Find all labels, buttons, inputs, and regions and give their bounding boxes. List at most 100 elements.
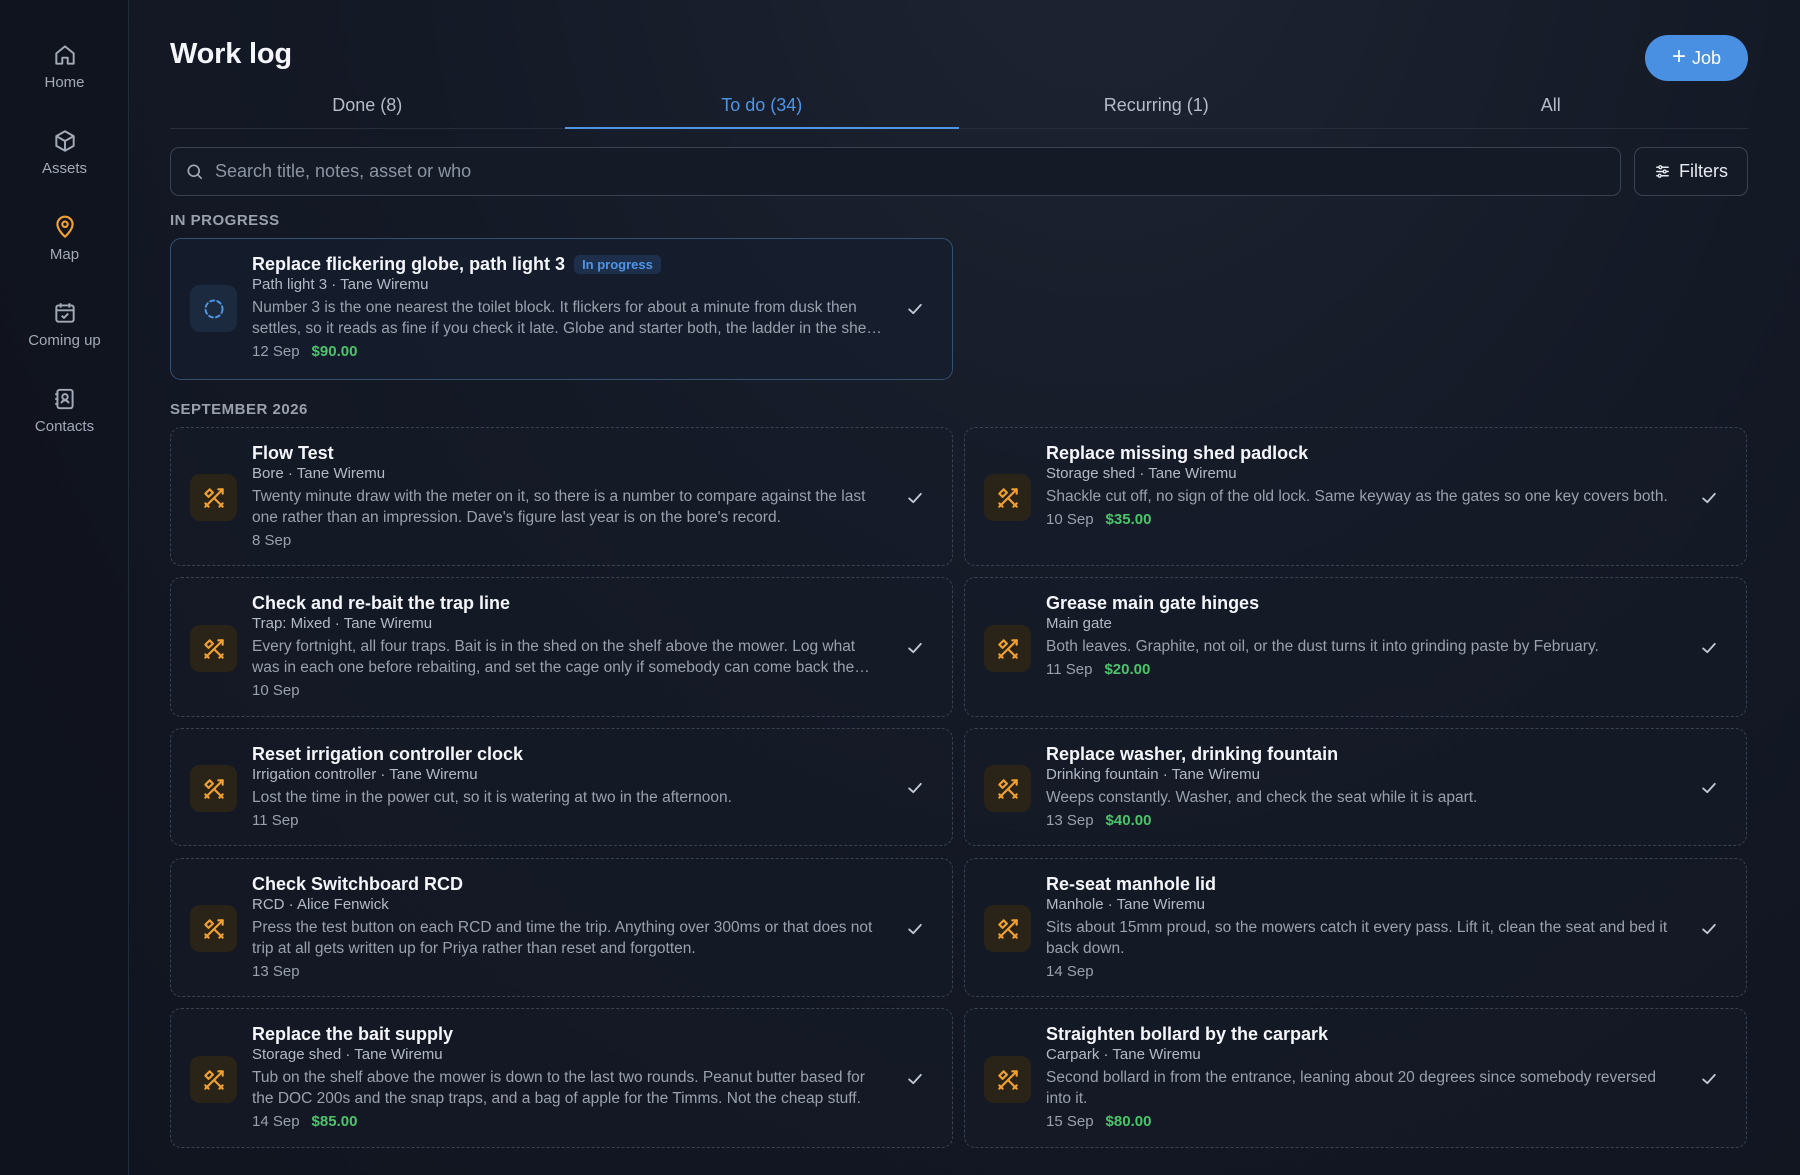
job-notes: Number 3 is the one nearest the toilet b…	[252, 299, 875, 337]
search-input[interactable]	[215, 161, 1595, 182]
job-title: Check Switchboard RCD	[252, 874, 464, 894]
job-asset-assignee: RCD · Alice Fenwick	[252, 896, 389, 913]
complete-checkmark-icon[interactable]	[903, 636, 927, 660]
sidebar-item-label: Coming up	[28, 332, 101, 349]
job-title: Check and re-bait the trap line	[252, 593, 511, 613]
job-asset-assignee: Bore · Tane Wiremu	[252, 465, 386, 482]
job-notes: Twenty minute draw with the meter on it,…	[252, 488, 866, 526]
tab-to-do[interactable]: To do (34)	[564, 86, 960, 129]
sidebar-item-coming-up[interactable]: Coming up	[0, 300, 129, 380]
search-box	[170, 147, 1621, 196]
job-date: 14 Sep	[252, 1113, 300, 1130]
tools-icon	[190, 1056, 237, 1103]
sidebar-item-assets[interactable]: Assets	[0, 128, 129, 208]
search-icon	[187, 164, 203, 179]
job-notes: Sits about 15mm proud, so the mowers cat…	[1046, 919, 1668, 957]
complete-checkmark-icon[interactable]	[1697, 636, 1721, 660]
job-title: Straighten bollard by the carpark	[1046, 1024, 1329, 1044]
sidebar-item-home[interactable]: Home	[0, 42, 129, 122]
tools-icon	[190, 905, 237, 952]
job-asset-assignee: Trap: Mixed · Tane Wiremu	[252, 615, 433, 632]
job-title: Reset irrigation controller clock	[252, 744, 524, 764]
section-heading-in-progress: IN PROGRESS	[170, 212, 280, 229]
sliders-icon	[1656, 165, 1669, 178]
job-card[interactable]: Flow Test Bore · Tane Wiremu Twenty minute…	[170, 427, 953, 566]
job-title: Grease main gate hinges	[1046, 593, 1260, 613]
complete-checkmark-icon[interactable]	[903, 917, 927, 941]
filters-label: Filters	[1679, 161, 1728, 181]
complete-checkmark-icon[interactable]	[1697, 486, 1721, 510]
job-card-in-progress[interactable]: Replace flickering globe, path light 3 I…	[170, 238, 953, 380]
job-date: 11 Sep	[252, 812, 299, 829]
add-job-button[interactable]: + Job	[1645, 35, 1748, 81]
job-notes: Tub on the shelf above the mower is down…	[252, 1069, 865, 1107]
job-date: 10 Sep	[252, 682, 300, 699]
job-price: $40.00	[1105, 812, 1152, 829]
sidebar-item-label: Map	[49, 246, 80, 263]
add-job-label: Job	[1691, 47, 1722, 68]
tools-icon	[984, 625, 1031, 672]
job-date: 14 Sep	[1046, 963, 1094, 980]
complete-checkmark-icon[interactable]	[1697, 1067, 1721, 1091]
complete-checkmark-icon[interactable]	[1697, 917, 1721, 941]
sidebar-item-label: Home	[44, 74, 85, 91]
tab-recurring[interactable]: Recurring (1)	[959, 86, 1354, 128]
job-title: Replace washer, drinking fountain	[1046, 744, 1339, 764]
job-date: 12 Sep	[252, 343, 300, 360]
job-notes: Weeps constantly. Washer, and check the …	[1046, 789, 1478, 806]
job-date: 11 Sep	[1046, 661, 1093, 678]
sidebar-item-label: Assets	[41, 160, 87, 177]
job-notes: Second bollard in from the entrance, lea…	[1046, 1069, 1657, 1107]
calendar-check-icon	[54, 303, 75, 323]
job-notes: Every fortnight, all four traps. Bait is…	[252, 638, 856, 676]
job-date: 15 Sep	[1046, 1113, 1094, 1130]
job-notes: Press the test button on each RCD and ti…	[252, 919, 873, 957]
job-card[interactable]: Reset irrigation controller clock Irrigat…	[170, 728, 953, 846]
job-title: Replace the bait supply	[252, 1024, 454, 1044]
job-asset-assignee: Main gate	[1046, 615, 1112, 632]
job-card[interactable]: Check Switchboard RCD RCD · Alice Fenwick…	[170, 858, 953, 997]
complete-checkmark-icon[interactable]	[903, 297, 927, 321]
complete-checkmark-icon[interactable]	[903, 486, 927, 510]
tools-icon	[984, 905, 1031, 952]
job-card[interactable]: Grease main gate hinges Main gate Both lea…	[964, 577, 1747, 717]
job-price: $20.00	[1104, 661, 1151, 678]
plus-icon: +	[1671, 43, 1686, 70]
job-card[interactable]: Re-seat manhole lid Manhole · Tane Wiremu…	[964, 858, 1747, 997]
job-card[interactable]: Replace washer, drinking fountain Drinkin…	[964, 728, 1747, 846]
tools-icon	[190, 474, 237, 521]
job-asset-assignee: Manhole · Tane Wiremu	[1046, 896, 1205, 913]
sidebar-item-label: Contacts	[34, 418, 95, 435]
tab-all[interactable]: All	[1354, 86, 1749, 128]
section-heading-september: SEPTEMBER 2026	[170, 401, 308, 418]
job-notes: Shackle cut off, no sign of the old lock…	[1046, 488, 1668, 505]
job-asset-assignee: Path light 3 · Tane Wiremu	[252, 276, 429, 293]
job-asset-assignee: Drinking fountain · Tane Wiremu	[1046, 766, 1260, 783]
sidebar: Home Assets Map Coming up Contacts	[0, 0, 129, 1175]
complete-checkmark-icon[interactable]	[1697, 776, 1721, 800]
sidebar-item-map[interactable]: Map	[0, 214, 129, 294]
job-card[interactable]: Replace the bait supply Storage shed · Ta…	[170, 1008, 953, 1148]
tools-icon	[984, 1056, 1031, 1103]
job-asset-assignee: Irrigation controller · Tane Wiremu	[252, 766, 478, 783]
job-notes: Both leaves. Graphite, not oil, or the d…	[1046, 638, 1599, 655]
filters-button[interactable]: Filters	[1634, 147, 1748, 196]
main-content: Work log + Job Done (8) To do (34) Recur…	[170, 0, 1748, 1175]
complete-checkmark-icon[interactable]	[903, 776, 927, 800]
complete-checkmark-icon[interactable]	[903, 1067, 927, 1091]
sidebar-item-contacts[interactable]: Contacts	[0, 386, 129, 466]
job-card[interactable]: Replace missing shed padlock Storage shed…	[964, 427, 1747, 566]
job-title: Flow Test	[252, 443, 334, 463]
page-title: Work log	[170, 38, 292, 70]
job-card[interactable]: Straighten bollard by the carpark Carpark…	[964, 1008, 1747, 1148]
job-asset-assignee: Storage shed · Tane Wiremu	[1046, 465, 1237, 482]
tools-icon	[984, 765, 1031, 812]
job-title: Re-seat manhole lid	[1046, 874, 1217, 894]
job-card[interactable]: Check and re-bait the trap line Trap: Mix…	[170, 577, 953, 717]
job-asset-assignee: Storage shed · Tane Wiremu	[252, 1046, 443, 1063]
box-icon	[54, 130, 75, 152]
tab-done[interactable]: Done (8)	[170, 86, 565, 128]
job-price: $85.00	[311, 1113, 358, 1130]
map-pin-icon	[55, 215, 74, 238]
job-asset-assignee: Carpark · Tane Wiremu	[1046, 1046, 1201, 1063]
